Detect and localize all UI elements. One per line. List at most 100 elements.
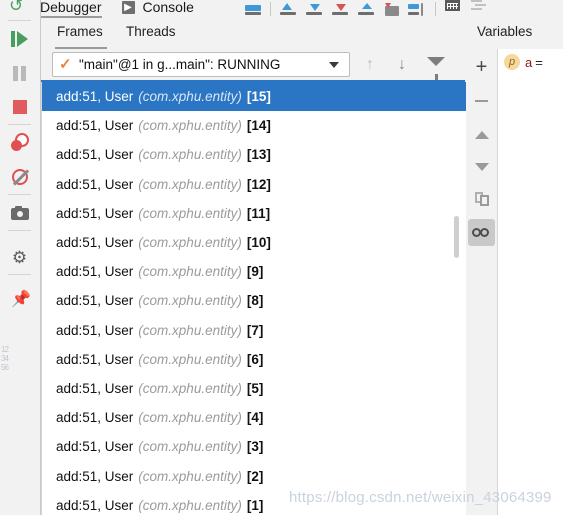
resume-icon [11, 31, 28, 47]
frame-row[interactable]: add:51, User (com.xphu.entity) [11] [42, 199, 466, 228]
frame-row[interactable]: add:51, User (com.xphu.entity) [14] [42, 111, 466, 140]
toolbar-divider-2 [435, 2, 436, 16]
frame-method: add:51, User [56, 410, 134, 426]
thread-selector[interactable]: ✓ "main"@1 in g...main": RUNNING [52, 52, 350, 77]
glasses-icon [471, 227, 492, 238]
frames-scrollbar-track[interactable] [453, 82, 459, 515]
frame-index: [3] [246, 439, 264, 455]
frame-package: (com.xphu.entity) [138, 439, 242, 455]
evaluate-expression-icon[interactable] [440, 0, 466, 18]
frame-method: add:51, User [56, 235, 134, 251]
frame-index: [8] [246, 293, 264, 309]
variables-action-rail: + [466, 49, 498, 515]
frame-index: [9] [246, 264, 264, 280]
rail-divider-5 [8, 274, 31, 275]
frame-index: [7] [246, 322, 264, 338]
get-thread-dump-button[interactable] [0, 196, 39, 230]
variable-row[interactable]: p a = [504, 54, 543, 70]
frame-method: add:51, User [56, 264, 134, 280]
check-icon: ✓ [59, 55, 72, 73]
rail-divider-3 [8, 194, 31, 195]
frame-row[interactable]: add:51, User (com.xphu.entity) [12] [42, 170, 466, 199]
trace-current-stream-chain-icon[interactable] [466, 0, 492, 18]
frame-index: [4] [246, 410, 264, 426]
frame-method: add:51, User [56, 89, 134, 105]
frame-package: (com.xphu.entity) [138, 89, 242, 105]
step-over-icon[interactable] [275, 0, 301, 18]
frames-threads-tabs: Frames Threads [41, 18, 465, 49]
variables-body: + p a = [466, 49, 563, 515]
tab-frames[interactable]: Frames [57, 22, 103, 42]
inspect-watches-button[interactable] [468, 219, 495, 246]
mute-breakpoints-icon [11, 169, 28, 185]
rerun-icon[interactable]: ↺ [9, 0, 29, 16]
filter-funnel-icon[interactable] [427, 57, 445, 80]
frame-index: [1] [246, 497, 264, 513]
arrow-down-icon[interactable]: ↓ [393, 56, 411, 74]
variables-tree[interactable]: p a = [498, 49, 563, 515]
frame-row[interactable]: add:51, User (com.xphu.entity) [13] [42, 140, 466, 169]
pin-tab-button[interactable]: 📌 [0, 282, 39, 316]
frame-package: (com.xphu.entity) [138, 380, 242, 396]
frame-index: [2] [246, 468, 264, 484]
tab-threads[interactable]: Threads [126, 22, 176, 42]
debugger-window: Debugger ▶ Console ↺ ⚙ 📌 123456 Frames T… [0, 0, 563, 515]
tab-console[interactable]: Console [143, 0, 194, 18]
remove-watch-button[interactable] [468, 87, 495, 114]
resume-program-button[interactable] [0, 22, 39, 56]
frame-row[interactable]: add:51, User (com.xphu.entity) [3] [42, 432, 466, 461]
pause-program-button[interactable] [0, 56, 39, 90]
thread-selector-value: "main"@1 in g...main": RUNNING [79, 57, 281, 72]
frame-method: add:51, User [56, 497, 134, 513]
run-to-cursor-icon[interactable] [405, 0, 431, 18]
frames-scrollbar-thumb[interactable] [454, 216, 459, 258]
frame-row[interactable]: add:51, User (com.xphu.entity) [2] [42, 461, 466, 490]
stop-button[interactable] [0, 90, 39, 124]
frame-method: add:51, User [56, 118, 134, 134]
frame-index: [12] [246, 176, 271, 192]
pause-icon [13, 65, 26, 81]
debug-step-toolbar [240, 0, 492, 18]
variables-title: Variables [477, 24, 533, 39]
frame-row[interactable]: add:51, User (com.xphu.entity) [5] [42, 374, 466, 403]
arrow-up-icon[interactable]: ↑ [361, 56, 379, 74]
frame-row[interactable]: add:51, User (com.xphu.entity) [7] [42, 316, 466, 345]
frame-row[interactable]: add:51, User (com.xphu.entity) [6] [42, 345, 466, 374]
move-watch-up-button[interactable] [468, 121, 495, 148]
mute-breakpoints-button[interactable] [0, 160, 39, 194]
breakpoints-icon [10, 135, 29, 151]
frame-method: add:51, User [56, 439, 134, 455]
toolbar-divider [270, 2, 271, 16]
copy-value-button[interactable] [468, 185, 495, 212]
frame-package: (com.xphu.entity) [138, 410, 242, 426]
triangle-down-icon [474, 162, 489, 171]
frame-row[interactable]: add:51, User (com.xphu.entity) [8] [42, 286, 466, 315]
show-execution-point-icon[interactable] [240, 0, 266, 18]
frame-index: [10] [246, 235, 271, 251]
drop-frame-icon[interactable] [379, 0, 405, 18]
rail-divider-2 [8, 124, 31, 125]
frame-package: (com.xphu.entity) [138, 205, 242, 221]
view-breakpoints-button[interactable] [0, 126, 39, 160]
stop-icon [12, 100, 27, 114]
frame-method: add:51, User [56, 147, 134, 163]
move-watch-down-button[interactable] [468, 153, 495, 180]
frame-method: add:51, User [56, 176, 134, 192]
force-step-into-icon[interactable] [327, 0, 353, 18]
frame-row[interactable]: add:51, User (com.xphu.entity) [1] [42, 491, 466, 515]
frame-row[interactable]: add:51, User (com.xphu.entity) [4] [42, 403, 466, 432]
step-out-icon[interactable] [353, 0, 379, 18]
settings-button[interactable]: ⚙ [0, 240, 39, 274]
frame-method: add:51, User [56, 322, 134, 338]
variables-header: Variables [466, 18, 563, 49]
frame-method: add:51, User [56, 380, 134, 396]
frames-list[interactable]: add:51, User (com.xphu.entity) [15] add:51,… [41, 82, 466, 515]
add-watch-button[interactable]: + [468, 53, 495, 80]
frame-row[interactable]: add:51, User (com.xphu.entity) [15] [42, 82, 466, 112]
frame-index: [5] [246, 380, 264, 396]
frame-row[interactable]: add:51, User (com.xphu.entity) [9] [42, 257, 466, 286]
step-into-icon[interactable] [301, 0, 327, 18]
frame-row[interactable]: add:51, User (com.xphu.entity) [10] [42, 228, 466, 257]
frame-package: (com.xphu.entity) [138, 497, 242, 513]
gear-icon: ⚙ [11, 247, 28, 267]
